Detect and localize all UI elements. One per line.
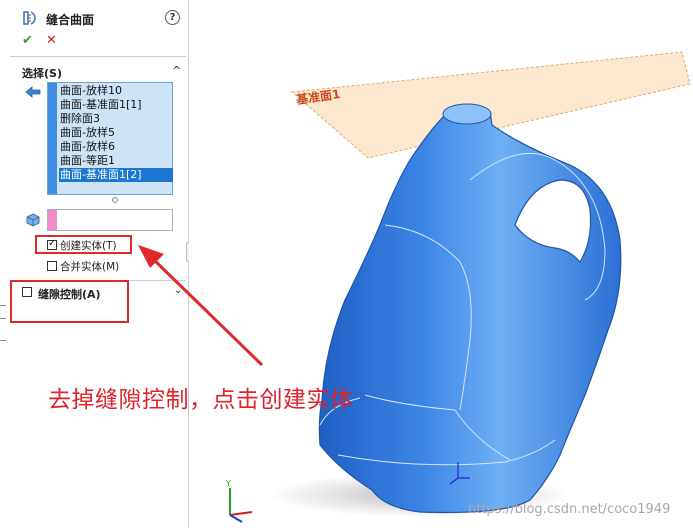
model-scene: Y [138,51,691,523]
create-solid-highlight-box [35,235,132,254]
bottle-body[interactable] [318,106,622,514]
bottle-neck [442,103,492,125]
annotation-arrow [138,245,264,367]
annotation-text: 去掉缝隙控制，点击创建实体 [48,387,354,413]
view-triad-icon[interactable]: Y [225,479,253,523]
gap-control-highlight-box [10,280,129,323]
watermark-text: https://blog.csdn.net/coco1949 [468,502,671,517]
svg-text:Y: Y [225,479,231,488]
